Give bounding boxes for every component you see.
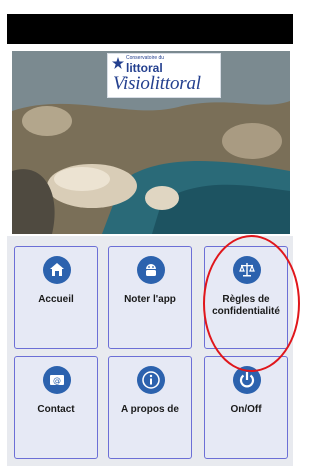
menu-tile-label: On/Off bbox=[230, 404, 262, 415]
menu-tile-label: Accueil bbox=[38, 294, 74, 305]
email-icon: @ bbox=[43, 366, 71, 394]
top-bar bbox=[7, 14, 293, 44]
menu-tile-label: Contact bbox=[37, 404, 75, 415]
menu-tile-contact[interactable]: @ Contact bbox=[14, 356, 98, 459]
info-icon bbox=[137, 366, 165, 394]
app-name-logo: Visiolittoral bbox=[113, 73, 201, 94]
star-logo-icon bbox=[112, 57, 124, 69]
home-icon bbox=[43, 256, 71, 284]
hero-coast-photo: Conservatoire du littoral Visiolittoral bbox=[12, 51, 290, 234]
menu-tile-accueil[interactable]: Accueil bbox=[14, 246, 98, 349]
menu-tile-apropos[interactable]: A propos de bbox=[108, 356, 192, 459]
android-icon bbox=[137, 256, 165, 284]
highlight-circle bbox=[203, 235, 300, 372]
svg-text:@: @ bbox=[53, 376, 61, 385]
menu-tile-noter[interactable]: Noter l'app bbox=[108, 246, 192, 349]
conservatoire-logo: Conservatoire du littoral Visiolittoral bbox=[107, 53, 221, 98]
menu-tile-label: A propos de bbox=[121, 404, 179, 415]
menu-tile-label: Noter l'app bbox=[124, 294, 176, 305]
